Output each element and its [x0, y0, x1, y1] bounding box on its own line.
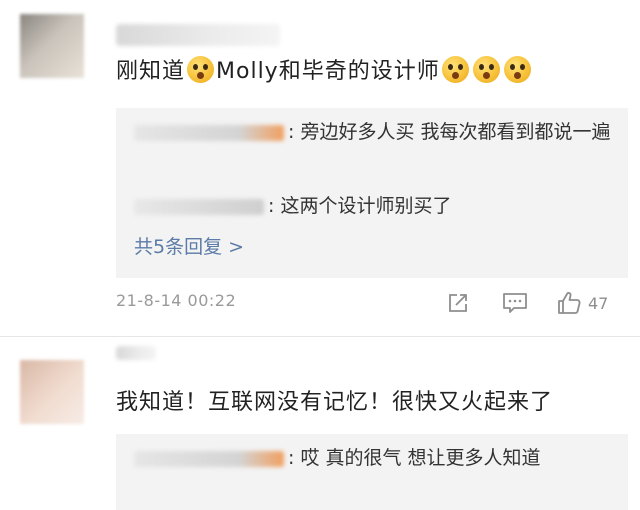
comment-meta: 21-8-14 00:22 47 [116, 288, 624, 318]
timestamp: 21-8-14 00:22 [116, 291, 237, 310]
comment-text-part: 刚知道 [116, 59, 186, 84]
reply-box[interactable]: : 哎 真的很气 想让更多人知道 [116, 434, 628, 510]
astonished-face-emoji-icon [187, 56, 215, 83]
reply-username[interactable] [134, 450, 284, 467]
avatar[interactable] [20, 360, 84, 424]
thumbs-up-icon [558, 292, 581, 314]
astonished-face-emoji-icon [472, 56, 500, 83]
comment-content: 刚知道 Molly和毕奇的设计师 [116, 56, 533, 87]
divider [0, 336, 640, 337]
reply-text: : 哎 真的很气 想让更多人知道 [288, 447, 541, 469]
comment-content: 我知道！互联网没有记忆！很快又火起来了 [116, 390, 554, 415]
like-button[interactable]: 47 [556, 288, 608, 318]
reply-text: : 旁边好多人买 我每次都看到都说一遍 [288, 121, 611, 143]
username[interactable] [116, 24, 280, 46]
astonished-face-emoji-icon [503, 56, 531, 83]
share-button[interactable] [446, 288, 470, 318]
astonished-face-emoji-icon [441, 56, 469, 83]
reply-item: : 旁边好多人买 我每次都看到都说一遍 [134, 114, 612, 150]
reply-text: : 这两个设计师别买了 [268, 195, 452, 217]
comment-item: 我知道！互联网没有记忆！很快又火起来了 : 哎 真的很气 想让更多人知道 [0, 338, 640, 510]
avatar[interactable] [20, 14, 84, 78]
reply-item: : 哎 真的很气 想让更多人知道 [134, 440, 612, 476]
more-replies-link[interactable]: 共5条回复 > [134, 232, 244, 262]
reply-username[interactable] [134, 124, 284, 141]
like-count: 47 [588, 293, 609, 313]
comment-button[interactable] [502, 288, 528, 318]
reply-box[interactable]: : 旁边好多人买 我每次都看到都说一遍 : 这两个设计师别买了 共5条回复 > [116, 108, 628, 278]
comment-item: 刚知道 Molly和毕奇的设计师 : 旁边好多人买 我每次都看到都说一遍 : 这两… [0, 0, 640, 338]
comment-text-part: Molly和毕奇的设计师 [216, 59, 440, 84]
username[interactable] [116, 346, 156, 360]
reply-item: : 这两个设计师别买了 [134, 188, 612, 224]
comment-icon [503, 293, 527, 313]
share-icon [449, 294, 467, 312]
reply-username[interactable] [134, 198, 264, 215]
